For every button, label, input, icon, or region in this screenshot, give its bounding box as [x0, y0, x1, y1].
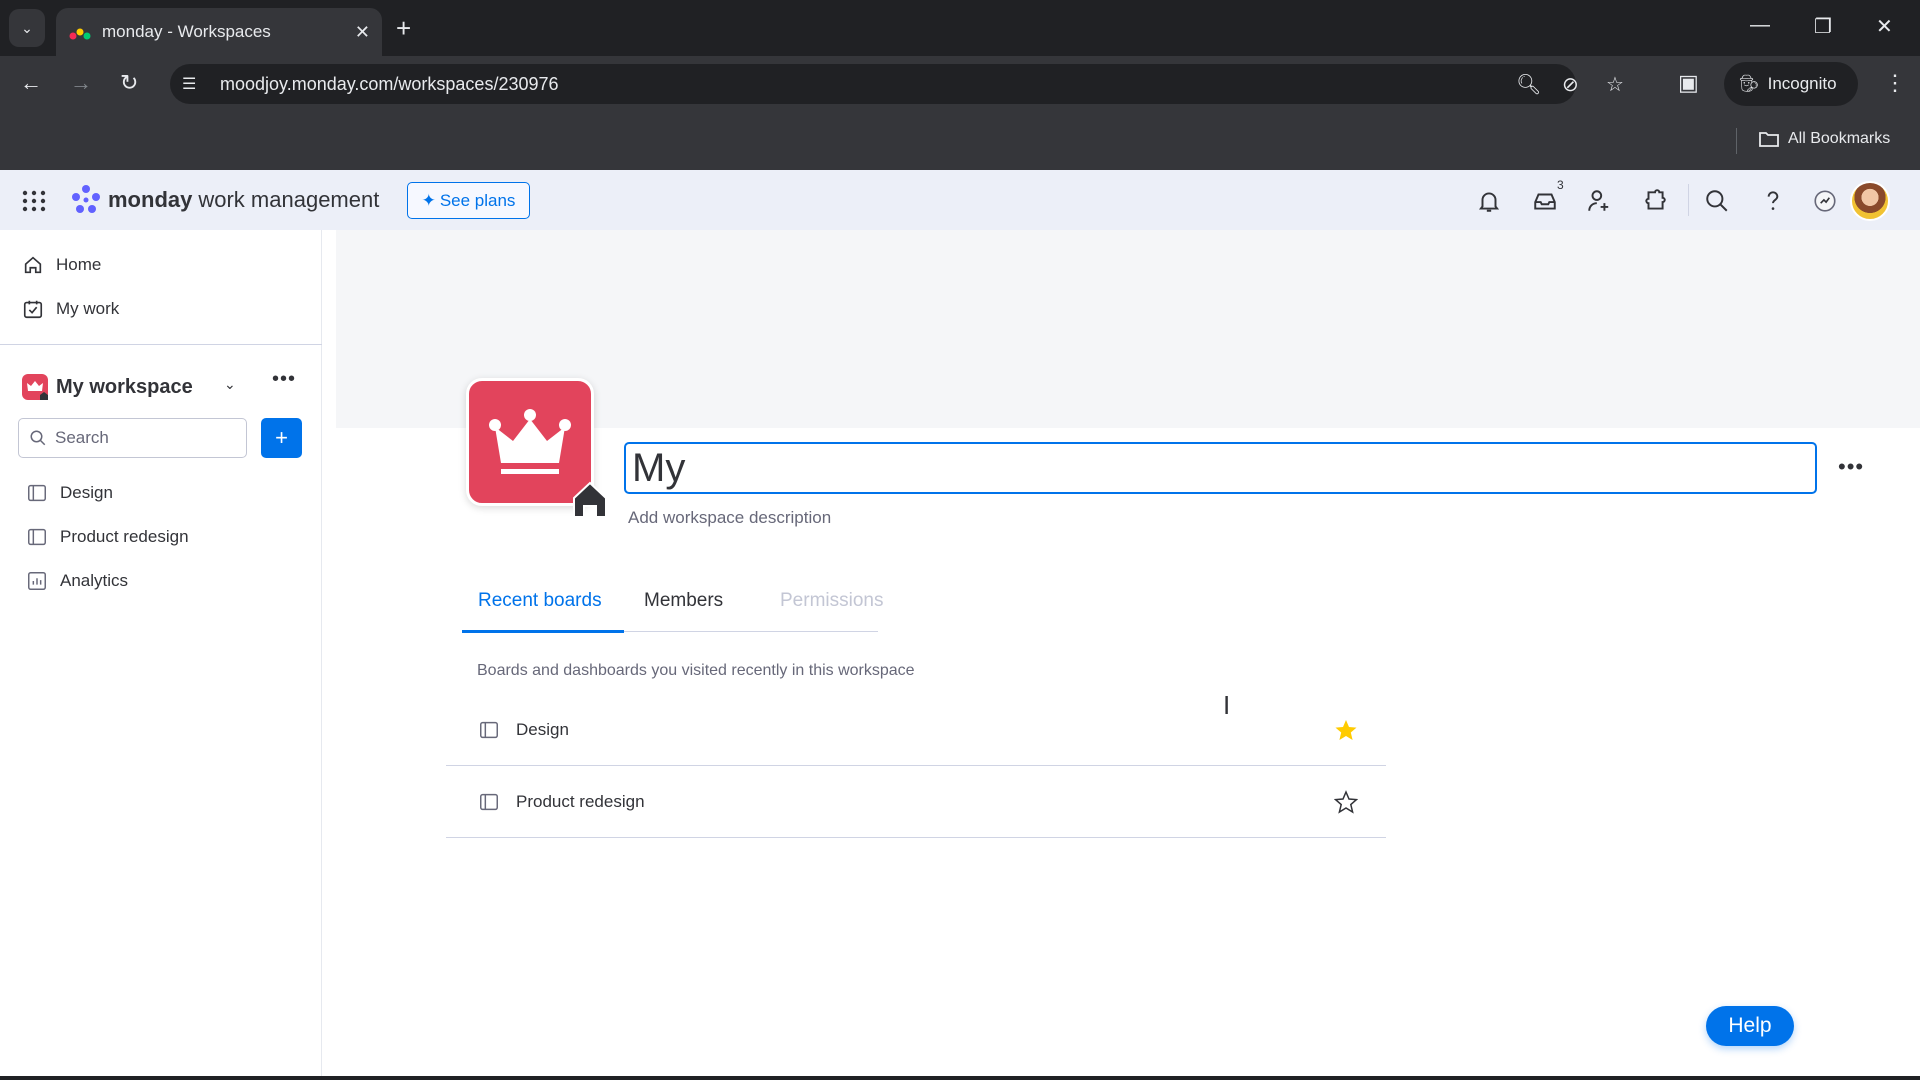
workspace-options-icon[interactable]: •••: [1838, 454, 1864, 480]
star-filled-icon[interactable]: [1334, 718, 1358, 742]
my-work-icon: [23, 300, 43, 319]
see-plans-button[interactable]: ✦ See plans: [407, 182, 530, 219]
workspace-name: My workspace: [56, 375, 193, 398]
brand-name: monday: [108, 187, 193, 212]
address-bar[interactable]: ☰ moodjoy.monday.com/workspaces/230976 🔍…: [170, 64, 1624, 104]
close-tab-icon[interactable]: ✕: [355, 22, 370, 43]
sidebar-item-product-redesign[interactable]: Product redesign: [26, 526, 189, 548]
update-feed-icon[interactable]: [1812, 188, 1838, 214]
all-bookmarks-button[interactable]: All Bookmarks: [1758, 130, 1890, 148]
workspace-name-input[interactable]: [624, 442, 1817, 494]
side-panel-icon[interactable]: ▣: [1678, 70, 1699, 96]
board-name: Design: [516, 719, 569, 739]
board-icon: [480, 721, 498, 738]
monday-logo-icon: [72, 185, 100, 213]
board-icon: [480, 793, 498, 810]
home-icon: [24, 256, 42, 274]
sidebar: Home My work My workspace ⌄ ••• Search +…: [0, 230, 322, 1080]
monday-favicon-icon: [69, 28, 91, 40]
search-icon[interactable]: [1704, 188, 1730, 214]
menu-icon[interactable]: ⋮: [1884, 70, 1906, 96]
sidebar-item-label: Home: [56, 255, 102, 274]
back-icon[interactable]: ←: [20, 70, 42, 96]
add-item-button[interactable]: +: [261, 418, 302, 458]
tab-title: monday - Workspaces: [102, 22, 271, 41]
workspace-tabs: Recent boards Members Permissions: [462, 590, 883, 633]
workspace-description[interactable]: Add workspace description: [628, 508, 831, 528]
tab-list-icon[interactable]: ⌄: [9, 9, 45, 47]
app-header: monday work management ✦ See plans 3: [0, 170, 1920, 230]
sidebar-search-input[interactable]: Search: [18, 418, 247, 458]
incognito-icon: 🕵︎: [1738, 74, 1760, 93]
folder-icon: [1759, 132, 1779, 147]
sidebar-item-label: Product redesign: [60, 527, 189, 546]
search-icon: [30, 430, 46, 446]
sidebar-item-my-work[interactable]: My work: [22, 298, 119, 320]
sidebar-item-label: Design: [60, 483, 113, 502]
bell-icon[interactable]: [1476, 188, 1502, 214]
apps-grid-icon[interactable]: [22, 190, 46, 212]
see-plans-label: See plans: [439, 190, 516, 210]
sidebar-item-home[interactable]: Home: [22, 254, 101, 276]
incognito-label: Incognito: [1767, 74, 1837, 93]
help-button[interactable]: Help: [1706, 1006, 1794, 1046]
all-bookmarks-label: All Bookmarks: [1788, 130, 1891, 147]
browser-tab[interactable]: monday - Workspaces ✕: [56, 8, 382, 56]
workspace-more-icon[interactable]: •••: [272, 368, 296, 391]
browser-tab-bar: ⌄ monday - Workspaces ✕ + — ❐ ✕: [0, 0, 1920, 56]
zoom-icon[interactable]: 🔍︎: [1516, 72, 1541, 97]
sidebar-item-design[interactable]: Design: [26, 482, 113, 504]
incognito-button[interactable]: 🕵︎ Incognito: [1724, 62, 1858, 106]
sidebar-item-label: My work: [56, 299, 120, 318]
browser-toolbar: ← → ↻ ☰ moodjoy.monday.com/workspaces/23…: [0, 56, 1920, 112]
inbox-badge: 3: [1557, 178, 1564, 192]
board-icon: [28, 484, 46, 502]
new-tab-icon[interactable]: +: [396, 14, 411, 42]
divider: [0, 344, 322, 345]
workspace-page: I ••• Add workspace description Recent b…: [336, 230, 1920, 1080]
sparkle-icon: ✦: [421, 190, 436, 210]
taskbar-edge: [0, 1076, 1920, 1080]
workspace-icon: [22, 374, 48, 400]
integrations-icon[interactable]: [1642, 188, 1668, 214]
inbox-icon[interactable]: [1532, 188, 1558, 214]
active-tab-indicator: [462, 630, 624, 633]
product-name: work management: [198, 187, 380, 212]
eye-off-icon[interactable]: ⊘: [1562, 72, 1579, 97]
forward-icon[interactable]: →: [70, 70, 92, 96]
star-outline-icon[interactable]: [1334, 789, 1358, 814]
invite-user-icon[interactable]: [1586, 188, 1612, 214]
site-settings-icon[interactable]: ☰: [182, 74, 196, 94]
recent-boards-description: Boards and dashboards you visited recent…: [477, 662, 915, 679]
search-placeholder: Search: [55, 428, 109, 447]
tab-members[interactable]: Members: [644, 590, 723, 612]
board-icon: [28, 528, 46, 546]
tab-permissions[interactable]: Permissions: [780, 590, 883, 612]
home-workspace-icon: [573, 481, 607, 518]
sidebar-item-label: Analytics: [60, 571, 129, 590]
recent-board-row[interactable]: Design: [446, 694, 1386, 766]
recent-board-row[interactable]: Product redesign: [446, 766, 1386, 838]
divider: [1736, 128, 1737, 154]
dashboard-icon: [28, 572, 46, 590]
bookmark-star-icon[interactable]: ☆: [1606, 72, 1624, 97]
help-icon[interactable]: [1760, 188, 1786, 214]
sidebar-item-analytics[interactable]: Analytics: [26, 570, 128, 592]
reload-icon[interactable]: ↻: [120, 70, 138, 96]
workspace-selector[interactable]: My workspace ⌄: [22, 370, 304, 404]
url-text[interactable]: moodjoy.monday.com/workspaces/230976: [220, 74, 559, 95]
monday-logo[interactable]: monday work management: [70, 184, 379, 216]
board-name: Product redesign: [516, 791, 645, 811]
restore-icon[interactable]: ❐: [1814, 14, 1832, 39]
close-window-icon[interactable]: ✕: [1876, 14, 1893, 39]
divider: [1688, 184, 1689, 216]
tab-recent-boards[interactable]: Recent boards: [478, 590, 602, 612]
minimize-icon[interactable]: —: [1750, 14, 1770, 37]
avatar[interactable]: [1850, 181, 1890, 221]
bookmarks-bar: All Bookmarks: [0, 112, 1920, 170]
chevron-down-icon[interactable]: ⌄: [224, 376, 236, 393]
